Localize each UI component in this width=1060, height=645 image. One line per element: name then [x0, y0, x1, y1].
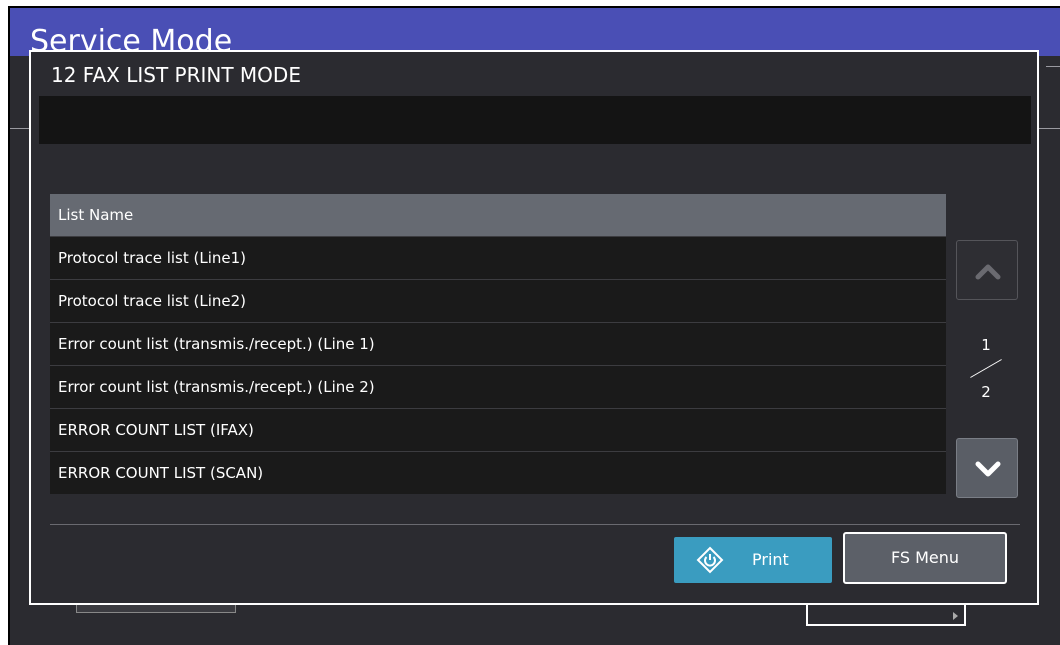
footer-divider	[50, 524, 1020, 525]
list-item[interactable]: Protocol trace list (Line2)	[50, 279, 946, 322]
dialog-title: 12 FAX LIST PRINT MODE	[51, 63, 301, 87]
print-button[interactable]: Print	[674, 537, 832, 583]
background-divider	[1046, 66, 1060, 67]
list-item[interactable]: ERROR COUNT LIST (IFAX)	[50, 408, 946, 451]
list-table: List Name Protocol trace list (Line1) Pr…	[50, 194, 946, 494]
list-item[interactable]: Protocol trace list (Line1)	[50, 236, 946, 279]
start-diamond-icon	[696, 546, 724, 574]
list-item[interactable]: Error count list (transmis./recept.) (Li…	[50, 322, 946, 365]
page-total: 2	[981, 383, 991, 401]
background-divider	[1038, 128, 1060, 129]
chevron-down-icon	[975, 461, 1001, 477]
chevron-up-icon	[975, 264, 1001, 280]
title-bar: Service Mode	[10, 8, 1060, 59]
page-up-button[interactable]	[956, 240, 1018, 300]
play-arrow-icon	[953, 612, 958, 620]
fs-menu-button[interactable]: FS Menu	[843, 532, 1007, 584]
list-header: List Name	[50, 194, 946, 236]
list-item[interactable]: ERROR COUNT LIST (SCAN)	[50, 451, 946, 494]
fax-list-print-dialog: 12 FAX LIST PRINT MODE List Name Protoco…	[29, 50, 1039, 605]
page-down-button[interactable]	[956, 438, 1018, 498]
message-bar	[39, 96, 1031, 144]
list-item[interactable]: Error count list (transmis./recept.) (Li…	[50, 365, 946, 408]
print-button-label: Print	[752, 550, 789, 569]
page-current: 1	[981, 336, 991, 354]
page-divider	[970, 359, 1002, 378]
